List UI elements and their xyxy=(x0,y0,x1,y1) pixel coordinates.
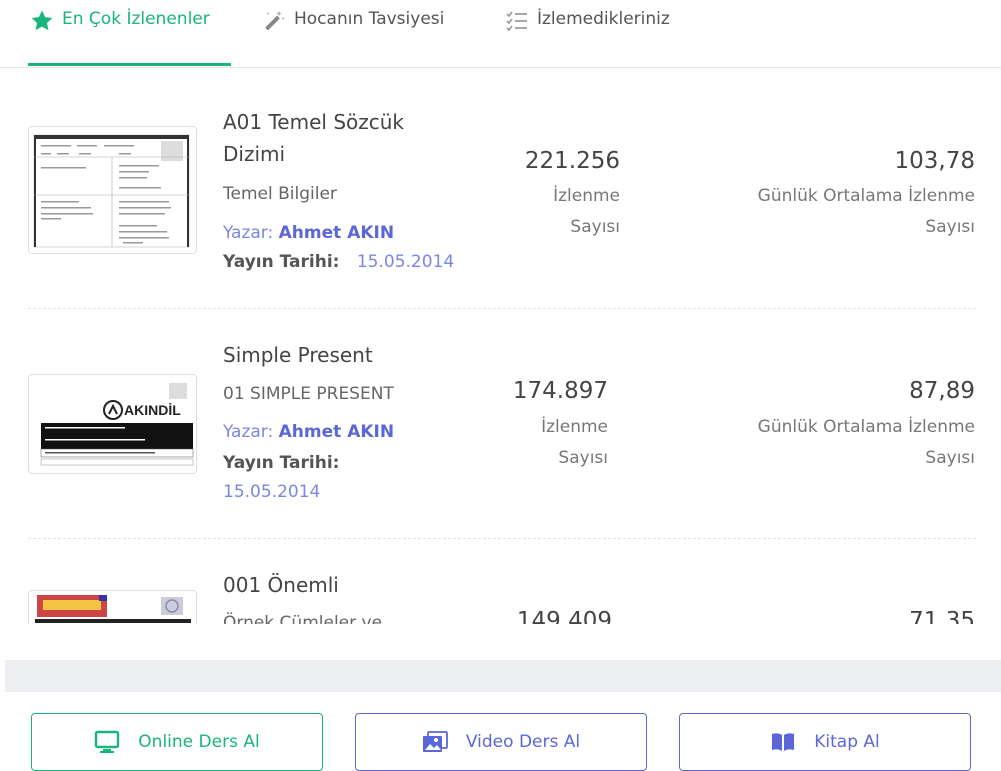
publish-date-value: 15.05.2014 xyxy=(223,482,321,502)
button-label: Kitap Al xyxy=(814,732,880,752)
lesson-list[interactable]: A01 Temel Sözcük Dizimi Temel Bilgiler Y… xyxy=(0,68,1001,624)
lesson-thumbnail[interactable] xyxy=(28,126,197,254)
view-count-label-line1: İzlenme xyxy=(553,186,620,206)
publish-date: 15.05.2014 xyxy=(223,482,320,502)
document-preview-icon xyxy=(35,595,191,623)
view-count-label: İzlenme Sayısı xyxy=(478,412,608,474)
lesson-thumbnail[interactable]: AKINDİL xyxy=(28,374,197,474)
tab-label: Hocanın Tavsiyesi xyxy=(294,9,445,29)
lesson-thumbnail[interactable] xyxy=(28,590,197,624)
view-count-label-line2: Sayısı xyxy=(558,448,608,468)
publish-date-label: Yayın Tarihi: xyxy=(223,453,339,473)
monitor-icon xyxy=(95,730,120,753)
online-lesson-button[interactable]: Online Ders Al xyxy=(31,713,323,771)
tab-bar: En Çok İzlenenler Hocanın Tavsiyesi İzle… xyxy=(0,0,1001,68)
tab-label: En Çok İzlenenler xyxy=(62,9,210,29)
lesson-title[interactable]: 001 Önemli xyxy=(223,569,339,601)
daily-average-label-line2: Sayısı xyxy=(925,217,975,237)
tab-teacher-recommendation[interactable]: Hocanın Tavsiyesi xyxy=(262,0,444,66)
daily-average: 71,35 xyxy=(909,608,975,624)
lesson-title[interactable]: Simple Present xyxy=(223,339,373,371)
akindil-logo-preview: AKINDİL xyxy=(40,383,194,466)
lesson-subtitle: Örnek Cümleler ve xyxy=(223,613,383,624)
view-count-label-line2: Sayısı xyxy=(570,217,620,237)
thumb-logo-text: AKINDİL xyxy=(124,402,181,418)
magic-wand-icon xyxy=(265,11,285,31)
buy-book-button[interactable]: Kitap Al xyxy=(679,713,971,771)
author-line: Yazar: Ahmet AKIN xyxy=(223,422,394,442)
daily-average-label: Günlük Ortalama İzlenme Sayısı xyxy=(715,412,975,474)
lesson-title-line2[interactable]: Dizimi xyxy=(223,138,285,170)
document-preview-icon xyxy=(33,134,190,248)
video-gallery-icon xyxy=(422,731,448,752)
view-count-label: İzlenme Sayısı xyxy=(490,181,620,243)
author-line: Yazar: Ahmet AKIN xyxy=(223,223,394,243)
checklist-icon xyxy=(506,11,527,32)
lesson-title[interactable]: A01 Temel Sözcük xyxy=(223,106,404,138)
daily-average-label-line1: Günlük Ortalama İzlenme xyxy=(757,417,975,437)
active-tab-indicator xyxy=(28,63,231,66)
button-label: Video Ders Al xyxy=(465,732,581,752)
item-divider xyxy=(28,538,976,539)
publish-date: 15.05.2014 xyxy=(356,252,455,272)
book-icon xyxy=(772,733,795,751)
author-name[interactable]: Ahmet AKIN xyxy=(279,223,394,243)
lesson-subtitle: Temel Bilgiler xyxy=(223,184,337,204)
tab-label: İzlemedikleriniz xyxy=(537,9,670,29)
view-count: 221.256 xyxy=(524,148,620,174)
tab-most-watched[interactable]: En Çok İzlenenler xyxy=(30,0,210,66)
lesson-subtitle: 01 SIMPLE PRESENT xyxy=(223,384,394,404)
publish-date-label: Yayın Tarihi: xyxy=(223,252,340,272)
daily-average: 103,78 xyxy=(894,148,975,174)
scroll-area-footer xyxy=(5,660,1001,692)
view-count-label-line1: İzlenme xyxy=(541,417,608,437)
publish-date-line: Yayın Tarihi: 15.05.2014 xyxy=(223,252,454,272)
button-label: Online Ders Al xyxy=(138,732,260,752)
star-icon xyxy=(31,10,53,31)
author-name[interactable]: Ahmet AKIN xyxy=(279,422,394,442)
daily-average-label: Günlük Ortalama İzlenme Sayısı xyxy=(715,181,975,243)
tab-unwatched[interactable]: İzlemedikleriniz xyxy=(505,0,670,66)
author-label: Yazar: xyxy=(223,422,274,442)
publish-date-label-text: Yayın Tarihi: xyxy=(223,453,340,473)
daily-average: 87,89 xyxy=(909,378,975,404)
item-divider xyxy=(28,308,976,309)
author-label: Yazar: xyxy=(223,223,274,243)
view-count: 174.897 xyxy=(512,378,608,404)
daily-average-label-line2: Sayısı xyxy=(925,448,975,468)
daily-average-label-line1: Günlük Ortalama İzlenme xyxy=(757,186,975,206)
view-count: 149.409 xyxy=(516,608,612,624)
video-lesson-button[interactable]: Video Ders Al xyxy=(355,713,647,771)
